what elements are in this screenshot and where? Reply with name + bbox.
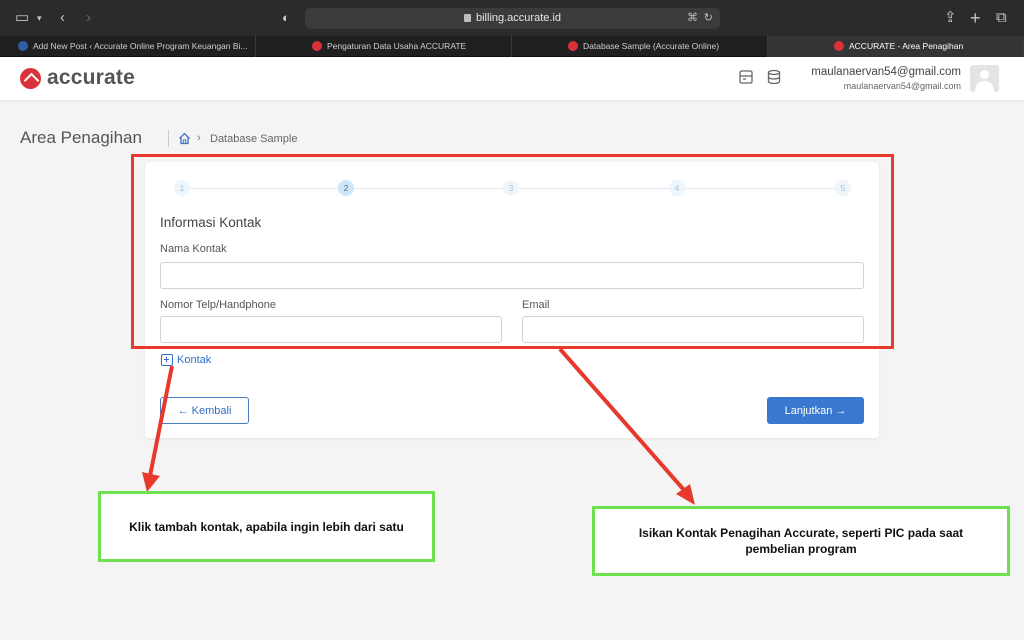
- tab-bar: Add New Post ‹ Accurate Online Program K…: [0, 36, 1024, 57]
- highlight-box: [131, 154, 894, 349]
- avatar[interactable]: [970, 65, 999, 92]
- back-button[interactable]: ← Kembali: [160, 397, 249, 424]
- tab-overview-icon[interactable]: ⧉: [996, 0, 1007, 36]
- home-icon[interactable]: [178, 132, 191, 145]
- accurate-favicon-icon: [568, 41, 578, 51]
- wordpress-icon: [18, 41, 28, 51]
- database-icon[interactable]: [767, 69, 781, 85]
- accurate-favicon-icon: [312, 41, 322, 51]
- url-text: billing.accurate.id: [476, 12, 561, 24]
- note-add-contact: Klik tambah kontak, apabila ingin lebih …: [98, 491, 435, 562]
- translate-icon[interactable]: ⌘: [687, 8, 698, 29]
- back-arrow-icon[interactable]: ‹: [60, 0, 65, 36]
- tab-pengaturan[interactable]: Pengaturan Data Usaha ACCURATE: [256, 36, 512, 57]
- breadcrumb-chevron-icon: ›: [197, 132, 201, 144]
- accurate-favicon-icon: [834, 41, 844, 51]
- forward-arrow-icon[interactable]: ›: [86, 0, 91, 36]
- accurate-logo[interactable]: accurate: [20, 65, 135, 91]
- tab-area-penagihan[interactable]: ACCURATE - Area Penagihan: [768, 36, 1024, 57]
- next-button[interactable]: Lanjutkan →: [767, 397, 864, 424]
- breadcrumb[interactable]: Database Sample: [210, 133, 297, 145]
- page-title: Area Penagihan: [20, 128, 142, 147]
- tab-add-new-post[interactable]: Add New Post ‹ Accurate Online Program K…: [0, 36, 256, 57]
- shield-icon[interactable]: ◐: [282, 0, 290, 36]
- user-email[interactable]: maulanaervan54@gmail.com: [811, 66, 961, 78]
- tab-database-sample[interactable]: Database Sample (Accurate Online): [512, 36, 768, 57]
- plus-square-icon: [161, 354, 173, 366]
- arrow-left-head: [142, 472, 160, 492]
- archive-icon[interactable]: [739, 69, 753, 85]
- reload-icon[interactable]: ↻: [704, 8, 713, 29]
- address-bar[interactable]: billing.accurate.id ⌘ ↻: [305, 8, 720, 29]
- arrow-right-head: [676, 484, 695, 505]
- lock-icon: [464, 14, 471, 22]
- chevron-down-icon[interactable]: ▾: [37, 0, 42, 36]
- note-fill-contact: Isikan Kontak Penagihan Accurate, sepert…: [592, 506, 1010, 576]
- share-icon[interactable]: ⇪: [944, 0, 957, 36]
- browser-toolbar: ▭ ▾ ‹ › ◐ billing.accurate.id ⌘ ↻ ⇪ + ⧉: [0, 0, 1024, 36]
- user-email-sub: maulanaervan54@gmail.com: [843, 81, 961, 91]
- sidebar-toggle-icon[interactable]: ▭: [15, 0, 29, 36]
- breadcrumb-divider: [168, 130, 169, 147]
- app-header: accurate maulanaervan54@gmail.com maulan…: [0, 57, 1024, 100]
- accurate-logo-icon: [20, 67, 41, 89]
- new-tab-icon[interactable]: +: [970, 0, 981, 36]
- add-contact-button[interactable]: Kontak: [161, 353, 211, 367]
